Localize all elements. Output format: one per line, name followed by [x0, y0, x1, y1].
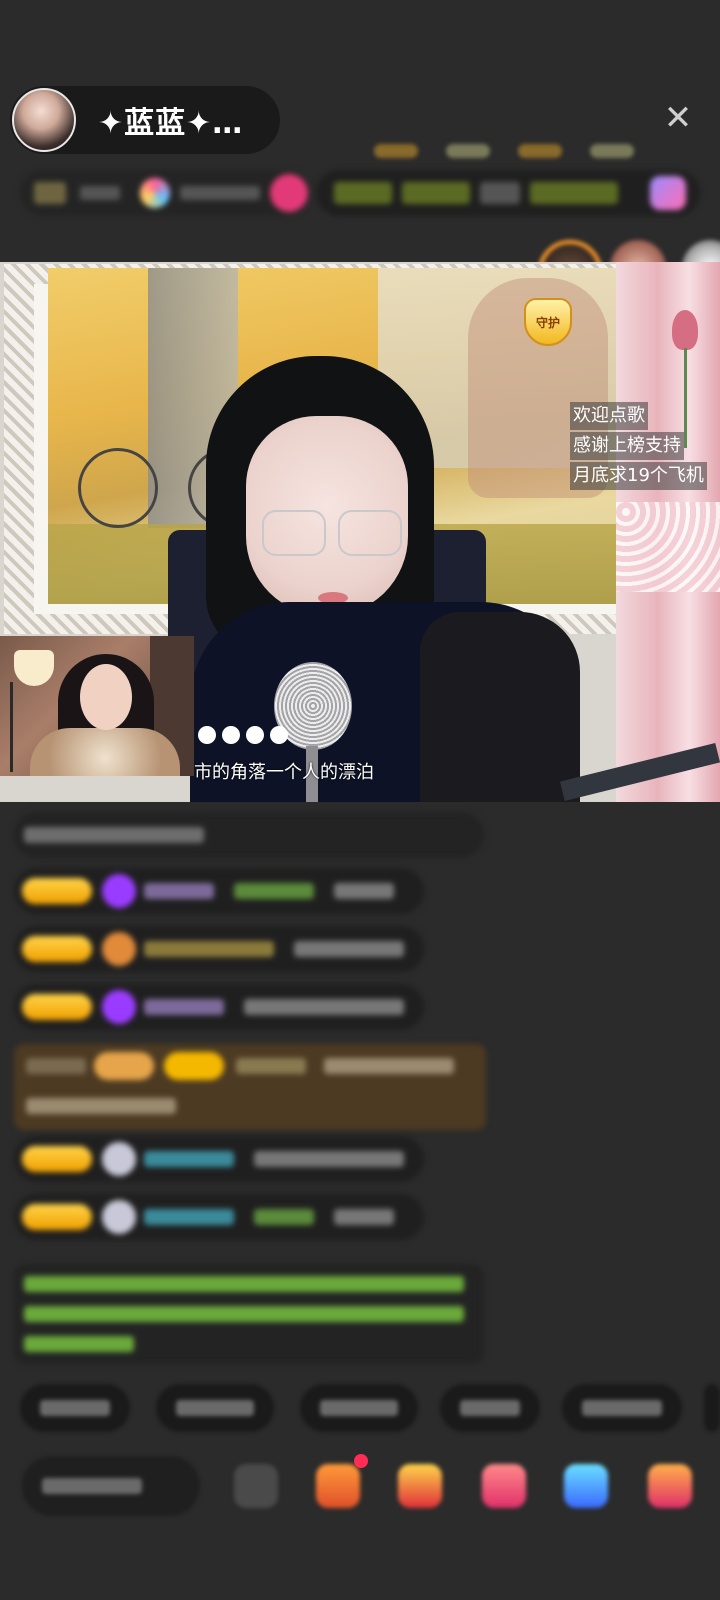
chat-message[interactable]	[14, 1194, 424, 1240]
quick-reply-chip[interactable]	[562, 1384, 682, 1432]
close-icon[interactable]: ✕	[658, 98, 698, 138]
curtain	[616, 262, 720, 802]
more-icon[interactable]	[648, 1464, 692, 1508]
lyric-progress-dots	[198, 726, 288, 744]
quick-reply-chip[interactable]	[704, 1384, 720, 1432]
notice-line: 感谢上榜支持	[570, 432, 684, 460]
viewer-avatar[interactable]	[580, 86, 644, 158]
room-info-row	[20, 170, 700, 216]
room-tags-bar[interactable]	[316, 170, 700, 216]
viewer-avatar[interactable]	[364, 86, 666, 296]
room-rank-bar[interactable]	[20, 170, 310, 216]
system-message	[14, 812, 484, 858]
chat-input[interactable]	[22, 1456, 200, 1516]
chat-message[interactable]	[14, 984, 424, 1030]
notification-dot	[354, 1454, 368, 1468]
live-room-screen: ✦蓝蓝✦… ✕ 守护 欢迎点歌 感谢上榜支持 月底求19个飞机 市的角落一个人的…	[0, 0, 720, 1600]
gift-icon[interactable]	[398, 1464, 442, 1508]
lyric-subtitle: 市的角落一个人的漂泊	[194, 762, 374, 783]
share-icon[interactable]	[564, 1464, 608, 1508]
quick-reply-chip[interactable]	[156, 1384, 274, 1432]
task-icon[interactable]	[316, 1464, 360, 1508]
guard-badge-icon[interactable]: 守护	[524, 298, 572, 346]
notice-line: 欢迎点歌	[570, 402, 648, 430]
viewer-avatar[interactable]	[436, 86, 720, 296]
bottom-action-bar	[0, 1452, 720, 1522]
emoji-icon[interactable]	[234, 1464, 278, 1508]
tulip-decoration	[672, 310, 698, 350]
quick-reply-chip[interactable]	[440, 1384, 540, 1432]
chat-message[interactable]	[14, 868, 424, 914]
host-info-pill[interactable]: ✦蓝蓝✦…	[10, 86, 280, 154]
pk-opponent-video[interactable]	[0, 636, 194, 776]
glasses	[262, 510, 326, 556]
notice-line: 月底求19个飞机	[570, 462, 707, 490]
room-notice: 欢迎点歌 感谢上榜支持 月底求19个飞机	[570, 402, 707, 492]
quick-reply-bar	[20, 1384, 720, 1432]
chat-message[interactable]	[14, 1136, 424, 1182]
fan-club-icon[interactable]	[482, 1464, 526, 1508]
quick-reply-chip[interactable]	[20, 1384, 130, 1432]
live-video[interactable]: 守护 欢迎点歌 感谢上榜支持 月底求19个飞机 市的角落一个人的漂泊	[0, 262, 720, 802]
quick-reply-chip[interactable]	[300, 1384, 418, 1432]
gift-message[interactable]	[14, 1044, 486, 1130]
system-announcement	[14, 1264, 484, 1364]
viewer-avatar[interactable]	[508, 86, 572, 158]
top-viewers-list	[292, 86, 720, 304]
chat-message[interactable]	[14, 926, 424, 972]
host-avatar[interactable]	[12, 88, 76, 152]
host-name: ✦蓝蓝✦…	[98, 106, 244, 141]
viewer-avatar[interactable]	[292, 86, 602, 304]
